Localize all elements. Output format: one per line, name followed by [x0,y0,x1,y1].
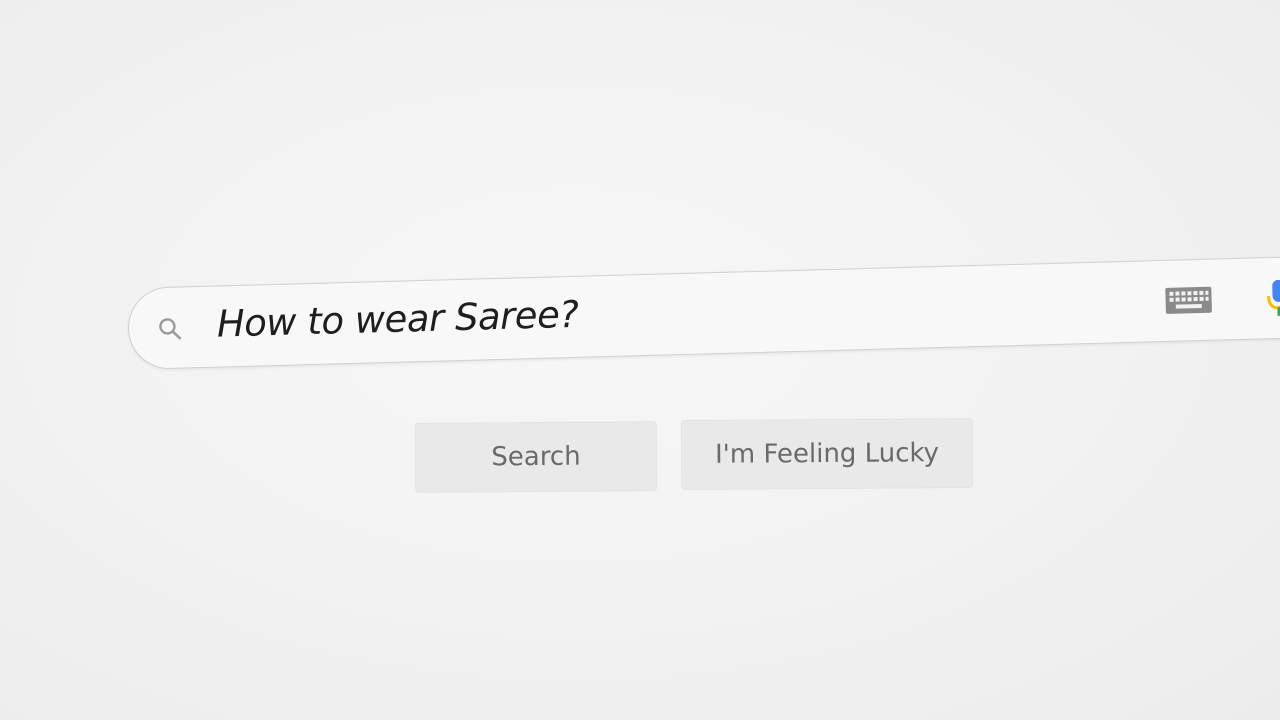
search-box[interactable]: How to wear Saree? [126,255,1280,370]
search-input[interactable]: How to wear Saree? [216,293,579,346]
feeling-lucky-button[interactable]: I'm Feeling Lucky [680,417,974,491]
search-icon [157,316,184,343]
keyboard-icon[interactable] [1164,286,1213,315]
microphone-icon[interactable] [1266,278,1280,319]
search-button[interactable]: Search [414,421,658,493]
search-page: How to wear Saree? Search I'm Feeling Lu… [0,0,1280,720]
